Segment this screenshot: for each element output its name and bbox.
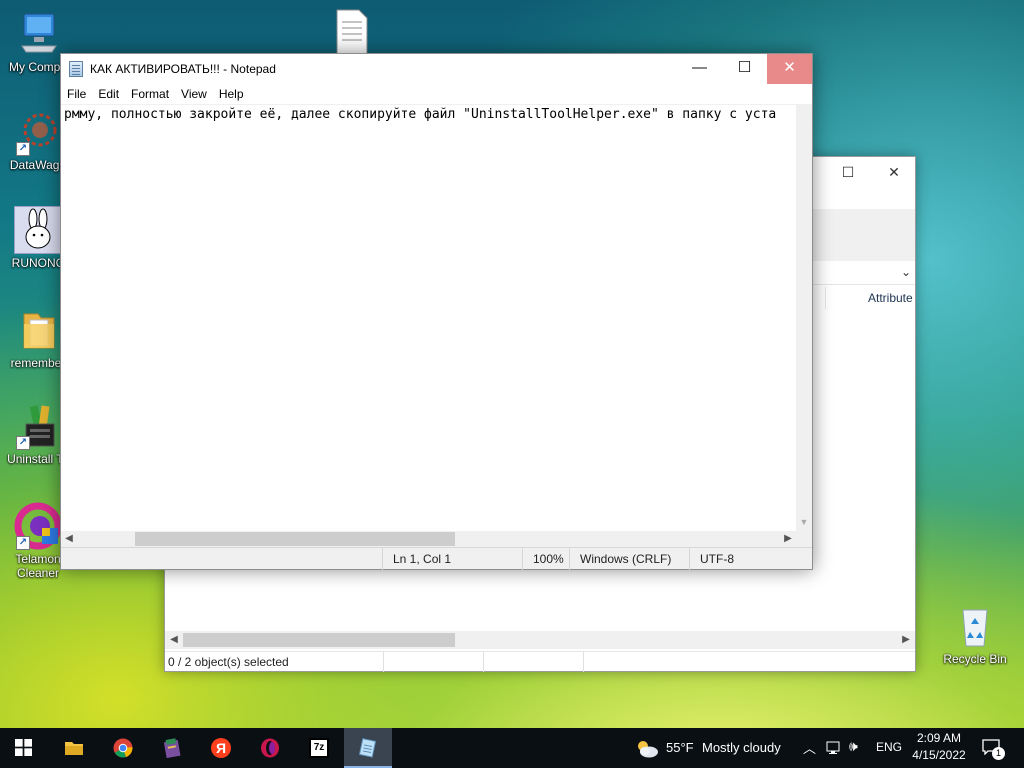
close-icon: ✕ bbox=[783, 59, 796, 76]
horizontal-scrollbar[interactable]: ◀ ▶ bbox=[165, 631, 915, 649]
desktop-icon-label: Recycle Bin bbox=[943, 652, 1007, 666]
status-separator bbox=[483, 652, 484, 672]
vertical-scrollbar[interactable]: ▼ bbox=[796, 104, 812, 531]
menu-help[interactable]: Help bbox=[213, 84, 250, 104]
desktop-icon-text-file[interactable] bbox=[313, 8, 389, 58]
scrollbar-thumb[interactable] bbox=[183, 633, 455, 647]
notepad-icon bbox=[358, 738, 377, 758]
weather-temperature: 55°F bbox=[666, 740, 694, 755]
explorer-statusbar: 0 / 2 object(s) selected bbox=[165, 651, 915, 672]
scroll-down-icon[interactable]: ▼ bbox=[796, 515, 812, 529]
scroll-right-icon[interactable]: ▶ bbox=[897, 631, 915, 649]
notification-count-badge: 1 bbox=[992, 747, 1005, 760]
notepad-window[interactable]: КАК АКТИВИРОВАТЬ!!! - Notepad — ☐ ✕ File… bbox=[60, 53, 813, 570]
chrome-icon bbox=[113, 738, 133, 758]
taskbar-yandex[interactable]: Я bbox=[197, 728, 245, 768]
shortcut-arrow-icon: ↗ bbox=[16, 536, 30, 550]
language-indicator[interactable]: ENG bbox=[876, 740, 902, 754]
maximize-button[interactable]: ☐ bbox=[722, 54, 767, 84]
scroll-left-icon[interactable]: ◀ bbox=[61, 531, 77, 547]
desktop-icon-recycle-bin[interactable]: Recycle Bin bbox=[937, 602, 1013, 666]
status-separator bbox=[383, 652, 384, 672]
recycle-bin-icon bbox=[951, 602, 999, 650]
windows-start-icon bbox=[15, 739, 32, 756]
notepad-app-icon[interactable] bbox=[69, 61, 83, 77]
7zip-icon: 7z bbox=[309, 738, 329, 758]
partly-cloudy-icon bbox=[638, 741, 658, 758]
file-explorer-icon bbox=[65, 742, 83, 755]
column-header-attribute[interactable]: Attribute bbox=[825, 287, 915, 309]
maximize-icon: ☐ bbox=[841, 164, 855, 180]
menu-file[interactable]: File bbox=[61, 84, 92, 104]
taskbar-notepad[interactable] bbox=[344, 728, 392, 768]
close-button[interactable]: ✕ bbox=[871, 157, 917, 187]
encoding: UTF-8 bbox=[689, 548, 811, 570]
cursor-position: Ln 1, Col 1 bbox=[382, 548, 522, 570]
taskbar-7zip[interactable]: 7z bbox=[295, 728, 343, 768]
clock-time: 2:09 AM bbox=[916, 731, 962, 745]
zoom-level: 100% bbox=[522, 548, 572, 570]
notepad-statusbar: Ln 1, Col 1 100% Windows (CRLF) UTF-8 bbox=[61, 547, 812, 570]
scroll-left-icon[interactable]: ◀ bbox=[165, 631, 183, 649]
scrollbar-corner bbox=[796, 531, 812, 547]
menu-bar: File Edit Format View Help bbox=[61, 84, 812, 104]
opera-icon bbox=[261, 738, 279, 758]
minimize-icon: — bbox=[692, 59, 707, 76]
rabbit-icon bbox=[14, 206, 62, 254]
weather-widget[interactable]: 55°F Mostly cloudy bbox=[632, 728, 802, 768]
clock[interactable]: 2:09 AM 4/15/2022 bbox=[908, 730, 970, 766]
clock-date: 4/15/2022 bbox=[912, 748, 966, 762]
minimize-button[interactable]: — bbox=[677, 54, 722, 84]
folder-icon bbox=[14, 306, 62, 354]
notepad-titlebar[interactable]: КАК АКТИВИРОВАТЬ!!! - Notepad — ☐ ✕ bbox=[61, 54, 812, 84]
taskbar-file-explorer[interactable] bbox=[50, 728, 98, 768]
text-editor[interactable]: рмму, полностью закройте её, далее скопи… bbox=[61, 104, 796, 531]
uninstall-tool-icon: ↗ bbox=[14, 402, 62, 450]
volume-icon[interactable]: 🕪 bbox=[849, 738, 858, 755]
close-button[interactable]: ✕ bbox=[767, 54, 812, 84]
weather-description: Mostly cloudy bbox=[702, 740, 781, 755]
maximize-icon: ☐ bbox=[737, 59, 752, 76]
telamon-icon: ↗ bbox=[14, 502, 62, 550]
notifications-button[interactable]: 1 bbox=[980, 736, 1005, 760]
line-ending: Windows (CRLF) bbox=[569, 548, 689, 570]
computer-icon bbox=[14, 10, 62, 58]
shortcut-arrow-icon: ↗ bbox=[16, 142, 30, 156]
network-icon[interactable] bbox=[826, 741, 842, 755]
start-button[interactable] bbox=[0, 728, 48, 768]
chevron-down-icon[interactable]: ⌄ bbox=[901, 265, 911, 279]
text-file-icon bbox=[327, 8, 375, 56]
status-separator bbox=[583, 652, 584, 672]
taskbar-winrar[interactable] bbox=[148, 728, 196, 768]
horizontal-scrollbar[interactable]: ◀ ▶ bbox=[61, 531, 796, 547]
selection-status: 0 / 2 object(s) selected bbox=[168, 655, 289, 669]
yandex-icon: Я bbox=[211, 738, 231, 758]
maximize-button[interactable]: ☐ bbox=[825, 157, 871, 187]
taskbar-opera[interactable] bbox=[246, 728, 294, 768]
taskbar-chrome[interactable] bbox=[99, 728, 147, 768]
menu-format[interactable]: Format bbox=[125, 84, 175, 104]
shortcut-arrow-icon: ↗ bbox=[16, 436, 30, 450]
close-icon: ✕ bbox=[888, 164, 900, 180]
menu-edit[interactable]: Edit bbox=[92, 84, 125, 104]
menu-view[interactable]: View bbox=[175, 84, 213, 104]
taskbar: Я 7z 55°F Mostly cloudy ︿ 🕪 ENG 2:09 AM … bbox=[0, 728, 1024, 768]
datawagon-icon: ↗ bbox=[14, 108, 62, 156]
scrollbar-thumb[interactable] bbox=[135, 532, 455, 546]
window-title: КАК АКТИВИРОВАТЬ!!! - Notepad bbox=[90, 62, 276, 76]
scroll-right-icon[interactable]: ▶ bbox=[780, 531, 796, 547]
show-hidden-icons-icon[interactable]: ︿ bbox=[803, 738, 816, 757]
winrar-icon bbox=[163, 738, 181, 758]
